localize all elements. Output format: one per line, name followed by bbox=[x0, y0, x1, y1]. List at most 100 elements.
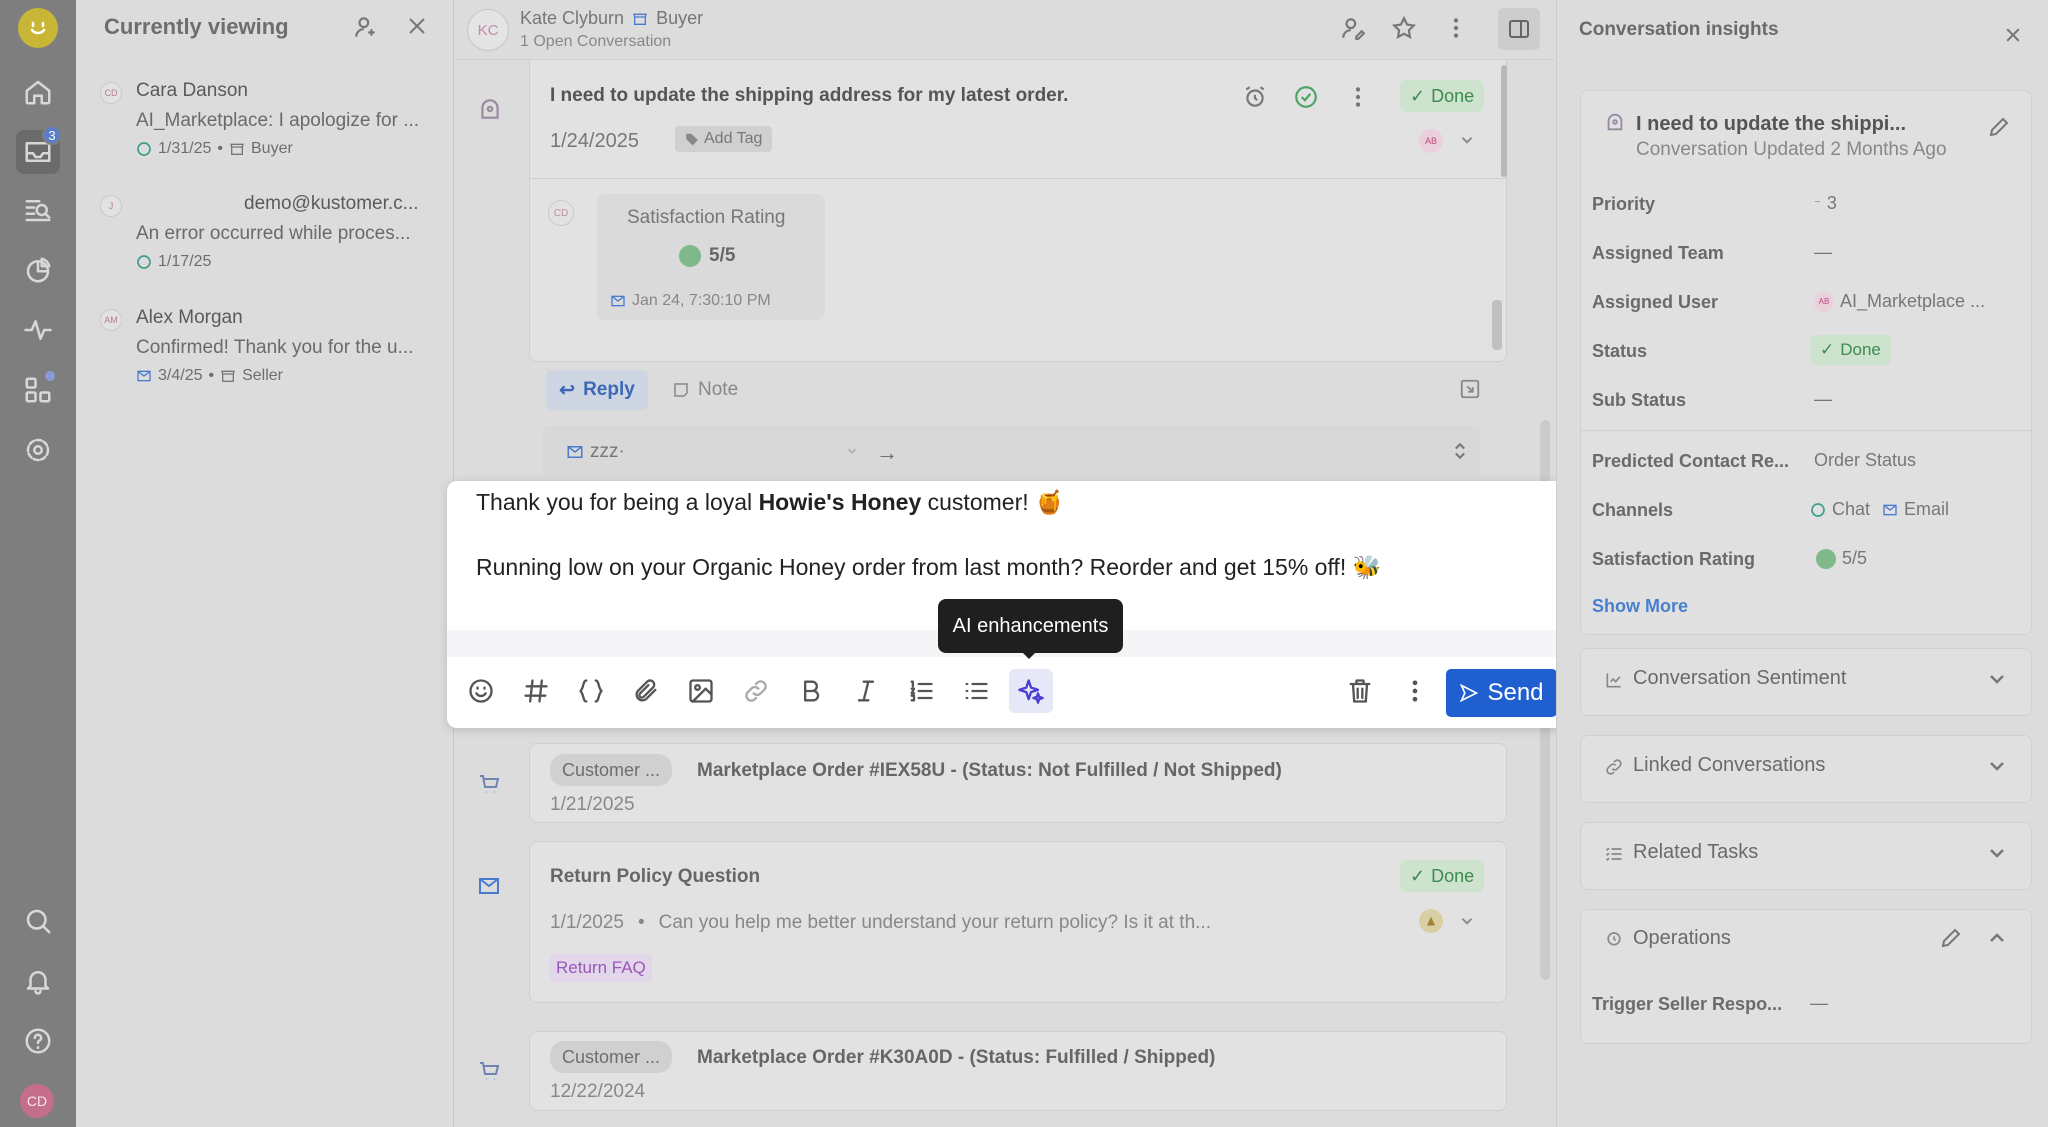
activity-icon[interactable] bbox=[22, 314, 54, 346]
edit-icon[interactable] bbox=[1939, 926, 1963, 950]
chevron-down-icon[interactable] bbox=[845, 444, 859, 458]
reporting-icon[interactable] bbox=[22, 254, 54, 286]
bold-icon[interactable] bbox=[794, 674, 828, 708]
divider bbox=[1580, 430, 2032, 431]
bot-avatar-icon[interactable] bbox=[1419, 909, 1443, 933]
status-label: Done bbox=[1431, 85, 1475, 106]
app-logo-icon[interactable] bbox=[18, 8, 58, 48]
list-item[interactable]: CD Cara Danson AI_Marketplace: I apologi… bbox=[96, 80, 436, 160]
close-icon[interactable] bbox=[2003, 25, 2023, 45]
from-bar bbox=[542, 426, 1480, 478]
settings-icon[interactable] bbox=[22, 434, 54, 466]
star-icon[interactable] bbox=[1391, 15, 1417, 41]
snooze-icon[interactable] bbox=[1242, 84, 1268, 110]
edit-customer-icon[interactable] bbox=[1340, 15, 1366, 41]
conversation-subject[interactable]: I need to update the shipping address fo… bbox=[550, 85, 1068, 107]
card-scrollbar[interactable] bbox=[1501, 65, 1507, 177]
add-tag-button[interactable]: Add Tag bbox=[675, 126, 773, 152]
composer-line-1[interactable]: Thank you for being a loyal Howie's Hone… bbox=[476, 489, 1064, 516]
message-preview: Can you help me better understand your r… bbox=[658, 912, 1211, 933]
assigned-user-select[interactable]: AB AI_Marketplace ... bbox=[1814, 291, 1985, 312]
conversation-title: I need to update the shippi... bbox=[1636, 113, 1907, 135]
order-card[interactable] bbox=[529, 1031, 1507, 1111]
chevron-down-icon[interactable] bbox=[1458, 131, 1476, 149]
send-label: Send bbox=[1487, 679, 1544, 706]
open-conversations[interactable]: 1 Open Conversation bbox=[520, 33, 671, 51]
list-item[interactable]: J demo@kustomer.c... An error occurred w… bbox=[96, 193, 436, 273]
priority-select[interactable]: ⁻ 3 bbox=[1814, 193, 1837, 214]
search-icon[interactable] bbox=[22, 905, 54, 937]
satisfaction-timestamp: Jan 24, 7:30:10 PM bbox=[610, 292, 771, 310]
variables-icon[interactable] bbox=[574, 674, 608, 708]
composer-line-2[interactable]: Running low on your Organic Honey order … bbox=[476, 554, 1381, 581]
status-badge[interactable]: ✓ Done bbox=[1810, 335, 1891, 365]
assignee-avatar[interactable]: AB bbox=[1419, 129, 1443, 153]
tag-return-faq[interactable]: Return FAQ bbox=[550, 954, 652, 982]
message-preview: AI_Marketplace: I apologize for ... bbox=[136, 110, 420, 131]
send-icon bbox=[1460, 683, 1479, 703]
chevron-down-icon[interactable] bbox=[1458, 912, 1476, 930]
emoji-icon[interactable] bbox=[464, 674, 498, 708]
more-options-icon[interactable] bbox=[1443, 15, 1469, 41]
more-options-icon[interactable] bbox=[1398, 674, 1432, 708]
section-title: Linked Conversations bbox=[1633, 754, 1826, 776]
chevron-down-icon[interactable] bbox=[1985, 667, 2009, 691]
trigger-seller-select[interactable]: — bbox=[1810, 993, 1828, 1014]
list-item[interactable]: AM Alex Morgan Confirmed! Thank you for … bbox=[96, 307, 436, 387]
reply-tab[interactable]: ↩ Reply bbox=[546, 370, 648, 410]
email-icon bbox=[567, 446, 583, 458]
numbered-list-icon[interactable] bbox=[904, 674, 938, 708]
note-label: Note bbox=[698, 379, 739, 400]
inner-scrollbar[interactable] bbox=[1492, 300, 1502, 350]
image-icon[interactable] bbox=[684, 674, 718, 708]
add-user-icon[interactable] bbox=[353, 14, 379, 40]
link-icon[interactable] bbox=[739, 674, 773, 708]
contact-name: Alex Morgan bbox=[136, 307, 243, 328]
toggle-sidebar-icon[interactable] bbox=[1498, 8, 1540, 50]
attachment-icon[interactable] bbox=[629, 674, 663, 708]
order-card[interactable] bbox=[529, 743, 1507, 823]
close-icon[interactable] bbox=[405, 14, 429, 38]
sub-status-select[interactable]: — bbox=[1814, 389, 1832, 410]
note-tab[interactable]: Note bbox=[672, 370, 738, 410]
avatar: J bbox=[100, 195, 122, 217]
show-more-link[interactable]: Show More bbox=[1592, 596, 1688, 617]
home-icon[interactable] bbox=[22, 76, 54, 108]
search-list-icon[interactable] bbox=[22, 194, 54, 226]
from-address: zzz· bbox=[590, 441, 625, 462]
tooltip-arrow bbox=[1021, 651, 1037, 659]
avatar: AB bbox=[1814, 291, 1834, 312]
reply-label: Reply bbox=[583, 379, 635, 400]
more-options-icon[interactable] bbox=[1345, 84, 1371, 110]
send-button[interactable]: Send bbox=[1446, 669, 1557, 717]
email-icon bbox=[137, 370, 151, 382]
hashtag-icon[interactable] bbox=[519, 674, 553, 708]
chevron-down-icon[interactable] bbox=[1985, 754, 2009, 778]
field-label: Predicted Contact Re... bbox=[1592, 451, 1790, 471]
customer-name[interactable]: Kate Clyburn bbox=[520, 8, 624, 29]
trash-icon[interactable] bbox=[1343, 674, 1377, 708]
email-icon bbox=[477, 874, 501, 898]
chevron-up-icon[interactable] bbox=[1985, 926, 2009, 950]
expand-icon[interactable] bbox=[1459, 378, 1481, 400]
bullet-list-icon[interactable] bbox=[959, 674, 993, 708]
conversation-preview-row: 1/1/2025 • Can you help me better unders… bbox=[550, 912, 1211, 934]
chevron-down-icon[interactable] bbox=[1985, 841, 2009, 865]
separator: • bbox=[217, 140, 223, 157]
email-icon bbox=[1883, 504, 1897, 515]
assigned-team-select[interactable]: — bbox=[1814, 242, 1832, 263]
from-address-select[interactable]: zzz· bbox=[566, 441, 625, 463]
help-icon[interactable] bbox=[22, 1025, 54, 1057]
collapse-toggle-icon[interactable] bbox=[1450, 440, 1470, 462]
mark-done-icon[interactable] bbox=[1293, 84, 1319, 110]
status-badge[interactable]: ✓ Done bbox=[1400, 80, 1485, 112]
user-avatar[interactable]: CD bbox=[20, 1084, 54, 1118]
edit-icon[interactable] bbox=[1987, 115, 2011, 139]
bell-icon[interactable] bbox=[22, 965, 54, 997]
ai-sparkle-icon[interactable] bbox=[1009, 669, 1053, 713]
customer-avatar[interactable]: KC bbox=[467, 9, 509, 51]
predicted-contact-reason[interactable]: Order Status bbox=[1814, 450, 1916, 471]
italic-icon[interactable] bbox=[849, 674, 883, 708]
item-role: Buyer bbox=[251, 140, 293, 157]
status-badge[interactable]: ✓ Done bbox=[1400, 860, 1485, 892]
